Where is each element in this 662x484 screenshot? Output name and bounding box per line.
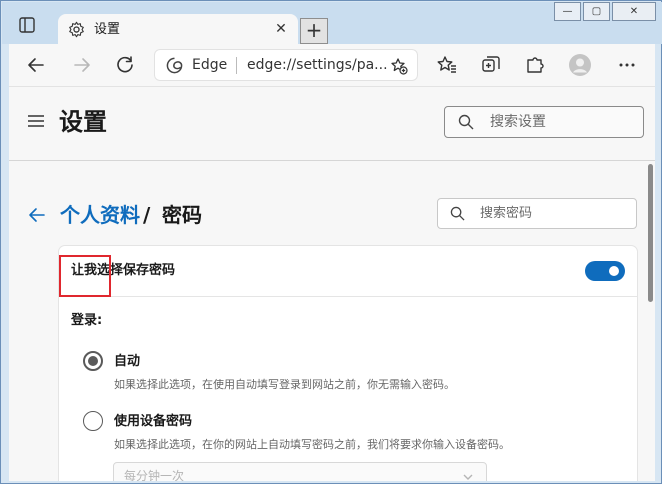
login-label: 登录: [71, 313, 103, 328]
radio-dot [88, 356, 98, 366]
edge-icon [166, 57, 183, 74]
option-auto-desc: 如果选择此选项，在使用自动填写登录到网站之前，你无需输入密码。 [114, 378, 455, 391]
address-divider [236, 57, 237, 74]
radio-device-password[interactable] [83, 411, 103, 431]
favorites-icon[interactable] [436, 54, 458, 76]
back-icon[interactable] [25, 54, 47, 76]
settings-search-placeholder: 搜索设置 [490, 114, 546, 130]
breadcrumb-profile-link[interactable]: 个人资料 [60, 201, 140, 229]
scrollbar-thumb[interactable] [648, 164, 653, 302]
hamburger-icon[interactable] [28, 115, 44, 127]
option-device-password-desc: 如果选择此选项，在你的网站上自动填写密码之前，我们将要求你输入设备密码。 [114, 438, 510, 451]
window-controls: — ▢ ✕ [552, 2, 656, 22]
breadcrumb-separator: / [143, 203, 151, 227]
maximize-button[interactable]: ▢ [583, 2, 610, 21]
offer-save-row: 让我选择保存密码 [59, 246, 637, 297]
tab-close-button[interactable]: ✕ [272, 20, 290, 38]
add-favorite-icon[interactable] [390, 57, 408, 75]
extensions-icon[interactable] [524, 54, 546, 76]
tab-settings[interactable]: 设置 ✕ [58, 14, 298, 45]
frequency-dropdown[interactable]: 每分钟一次 [113, 462, 487, 481]
option-auto-title[interactable]: 自动 [114, 353, 140, 370]
new-tab-button[interactable]: + [300, 18, 328, 44]
option-device-password-title[interactable]: 使用设备密码 [114, 413, 192, 430]
address-brand: Edge [192, 57, 228, 73]
address-url[interactable]: edge://settings/pa... [247, 56, 388, 74]
tab-strip: 设置 ✕ + — ▢ ✕ [2, 2, 662, 45]
search-icon [458, 114, 474, 130]
browser-window: 设置 ✕ + — ▢ ✕ Edge edge://settings/pa... [0, 0, 662, 484]
collections-icon[interactable] [480, 54, 502, 76]
refresh-icon[interactable] [114, 54, 136, 76]
page-title: 设置 [59, 108, 107, 136]
profile-icon[interactable] [568, 53, 592, 77]
scrollbar[interactable] [646, 162, 654, 481]
password-settings-card: 让我选择保存密码 登录: 自动 如果选择此选项，在使用自动填写登录到网站之前，你… [59, 246, 637, 481]
settings-header: 设置 搜索设置 [9, 87, 655, 161]
tab-title: 设置 [94, 22, 121, 37]
gear-icon [69, 21, 84, 38]
breadcrumb-current: 密码 [162, 203, 202, 227]
offer-save-toggle[interactable] [585, 261, 625, 281]
settings-search-input[interactable]: 搜索设置 [444, 106, 644, 138]
minimize-button[interactable]: — [554, 2, 581, 21]
frequency-value: 每分钟一次 [124, 469, 185, 481]
chevron-down-icon [463, 474, 473, 480]
forward-icon[interactable] [71, 54, 93, 76]
toggle-knob [609, 266, 619, 276]
toolbar: Edge edge://settings/pa... [9, 44, 655, 86]
address-bar[interactable]: Edge edge://settings/pa... [154, 49, 418, 81]
tab-actions-icon[interactable] [18, 16, 36, 34]
password-search-placeholder: 搜索密码 [480, 206, 533, 221]
window-close-button[interactable]: ✕ [612, 2, 656, 21]
back-arrow-icon[interactable] [27, 205, 47, 225]
radio-auto[interactable] [83, 351, 103, 371]
annotation-highlight-box [59, 255, 111, 297]
password-search-input[interactable]: 搜索密码 [437, 198, 637, 229]
search-icon [450, 206, 465, 221]
more-icon[interactable] [616, 54, 638, 76]
